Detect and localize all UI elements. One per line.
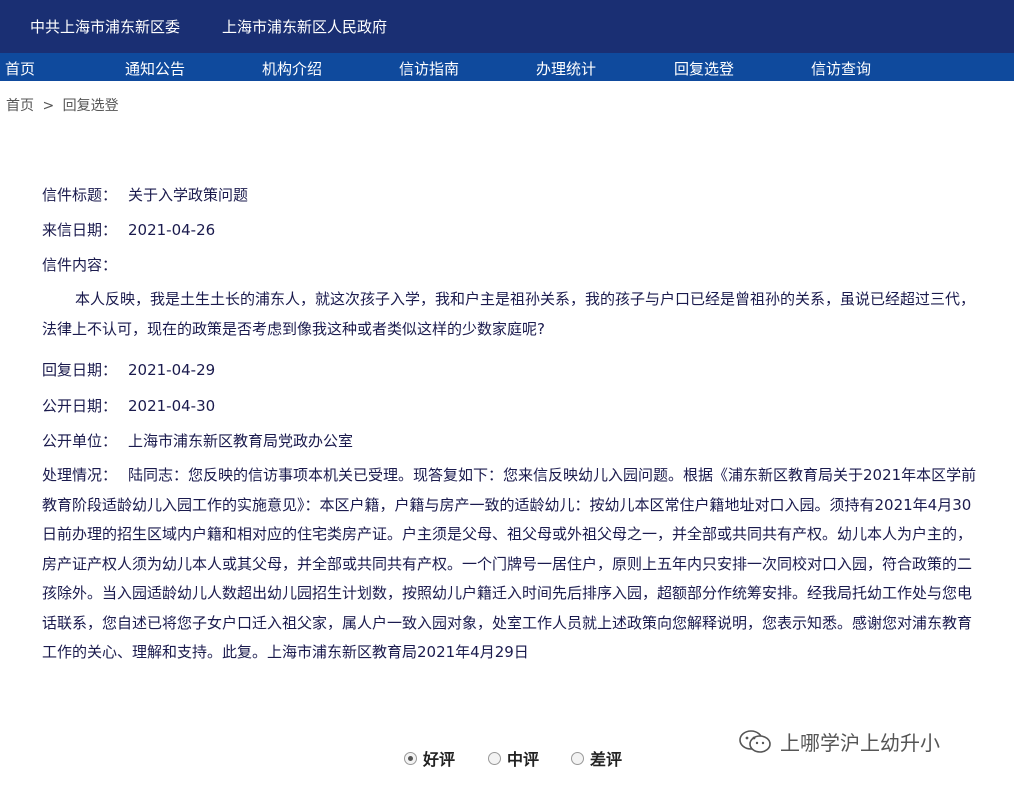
rating-bad-radio[interactable] — [571, 752, 584, 765]
nav-item-home[interactable]: 首页 — [5, 58, 35, 79]
reply-date-label: 回复日期： — [42, 361, 118, 379]
public-unit: 上海市浦东新区教育局党政办公室 — [128, 432, 354, 450]
party-committee-link[interactable]: 中共上海市浦东新区委 — [30, 16, 180, 37]
rating-medium-radio[interactable] — [488, 752, 501, 765]
letter-title: 关于入学政策问题 — [128, 186, 249, 204]
breadcrumb-home[interactable]: 首页 — [6, 98, 34, 114]
letter-date: 2021-04-26 — [128, 221, 216, 239]
letter-title-row: 信件标题： 关于入学政策问题 — [42, 184, 248, 205]
handling-block: 处理情况： 陆同志：您反映的信访事项本机关已受理。现答复如下：您来信反映幼儿入园问… — [42, 461, 982, 668]
wechat-icon — [738, 728, 772, 761]
rating-good[interactable]: 好评 — [404, 746, 455, 770]
reply-date: 2021-04-29 — [128, 361, 216, 379]
handling-content: 陆同志：您反映的信访事项本机关已受理。现答复如下：您来信反映幼儿入园问题。根据《… — [42, 466, 977, 661]
rating-medium[interactable]: 中评 — [488, 746, 539, 770]
handling-label: 处理情况： — [42, 466, 118, 484]
breadcrumb-current[interactable]: 回复选登 — [63, 98, 119, 114]
nav-item-notices[interactable]: 通知公告 — [125, 58, 185, 79]
main-nav: 首页 通知公告 机构介绍 信访指南 办理统计 回复选登 信访查询 — [0, 53, 1014, 81]
nav-item-statistics[interactable]: 办理统计 — [536, 58, 596, 79]
nav-item-replies[interactable]: 回复选登 — [674, 58, 734, 79]
letter-content: 本人反映，我是土生土长的浦东人，就这次孩子入学，我和户主是祖孙关系，我的孩子与户… — [42, 290, 976, 338]
public-unit-row: 公开单位： 上海市浦东新区教育局党政办公室 — [42, 430, 353, 451]
breadcrumb-separator: > — [42, 98, 55, 114]
rating-bad[interactable]: 差评 — [571, 746, 622, 770]
letter-content-row: 信件内容： — [42, 254, 128, 275]
nav-item-query[interactable]: 信访查询 — [811, 58, 871, 79]
letter-title-label: 信件标题： — [42, 186, 118, 204]
public-date: 2021-04-30 — [128, 397, 216, 415]
watermark-text: 上哪学沪上幼升小 — [780, 731, 940, 755]
public-date-row: 公开日期： 2021-04-30 — [42, 395, 215, 416]
rating-bad-label: 差评 — [590, 750, 623, 769]
letter-date-label: 来信日期： — [42, 221, 118, 239]
site-header: 中共上海市浦东新区委 上海市浦东新区人民政府 — [0, 0, 1014, 53]
rating-good-radio[interactable] — [404, 752, 417, 765]
letter-date-row: 来信日期： 2021-04-26 — [42, 219, 215, 240]
rating-medium-label: 中评 — [507, 750, 540, 769]
public-unit-label: 公开单位： — [42, 432, 118, 450]
nav-item-about[interactable]: 机构介绍 — [262, 58, 322, 79]
watermark: 上哪学沪上幼升小 — [738, 727, 940, 761]
nav-item-guide[interactable]: 信访指南 — [399, 58, 459, 79]
government-link[interactable]: 上海市浦东新区人民政府 — [222, 16, 387, 37]
reply-date-row: 回复日期： 2021-04-29 — [42, 359, 215, 380]
breadcrumb: 首页 > 回复选登 — [6, 95, 123, 115]
public-date-label: 公开日期： — [42, 397, 118, 415]
letter-content-label: 信件内容： — [42, 256, 118, 274]
rating-good-label: 好评 — [423, 750, 456, 769]
